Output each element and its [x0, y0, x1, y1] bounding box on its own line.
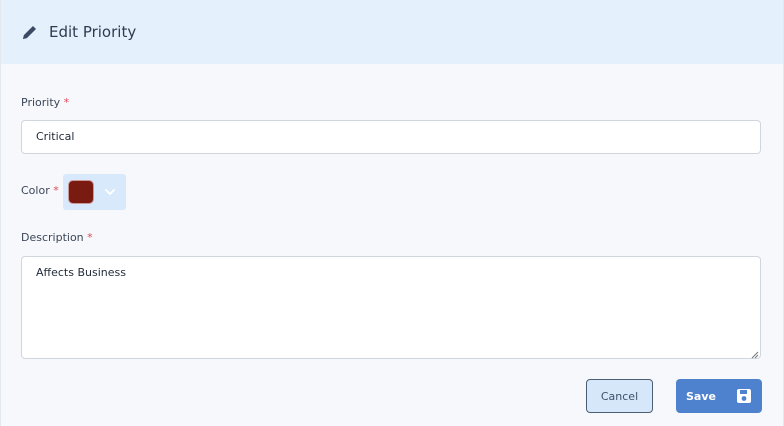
dialog-header: Edit Priority	[1, 0, 783, 64]
required-mark: *	[63, 96, 70, 109]
description-text: Affects Business	[36, 266, 126, 279]
save-icon	[736, 388, 752, 404]
color-swatch[interactable]	[68, 180, 94, 204]
pencil-icon	[21, 23, 39, 41]
required-mark: *	[53, 184, 59, 197]
cancel-button[interactable]: Cancel	[586, 379, 653, 413]
priority-label: Priority *	[21, 96, 69, 109]
chevron-down-icon[interactable]	[104, 186, 116, 198]
resize-handle-icon[interactable]	[751, 349, 759, 359]
save-button-label: Save	[686, 389, 716, 403]
priority-input[interactable]: Critical	[21, 120, 761, 154]
edit-priority-dialog: Edit Priority Priority * Critical Color …	[0, 0, 784, 426]
description-label: Description *	[21, 231, 93, 244]
color-label: Color *	[21, 184, 59, 197]
required-mark: *	[87, 231, 93, 244]
description-textarea[interactable]: Affects Business	[21, 256, 761, 359]
description-label-text: Description	[21, 231, 84, 244]
color-picker[interactable]	[63, 174, 126, 210]
color-label-text: Color	[21, 184, 50, 197]
save-button[interactable]: Save	[676, 379, 762, 413]
priority-label-text: Priority	[21, 96, 61, 109]
dialog-title: Edit Priority	[49, 23, 137, 41]
